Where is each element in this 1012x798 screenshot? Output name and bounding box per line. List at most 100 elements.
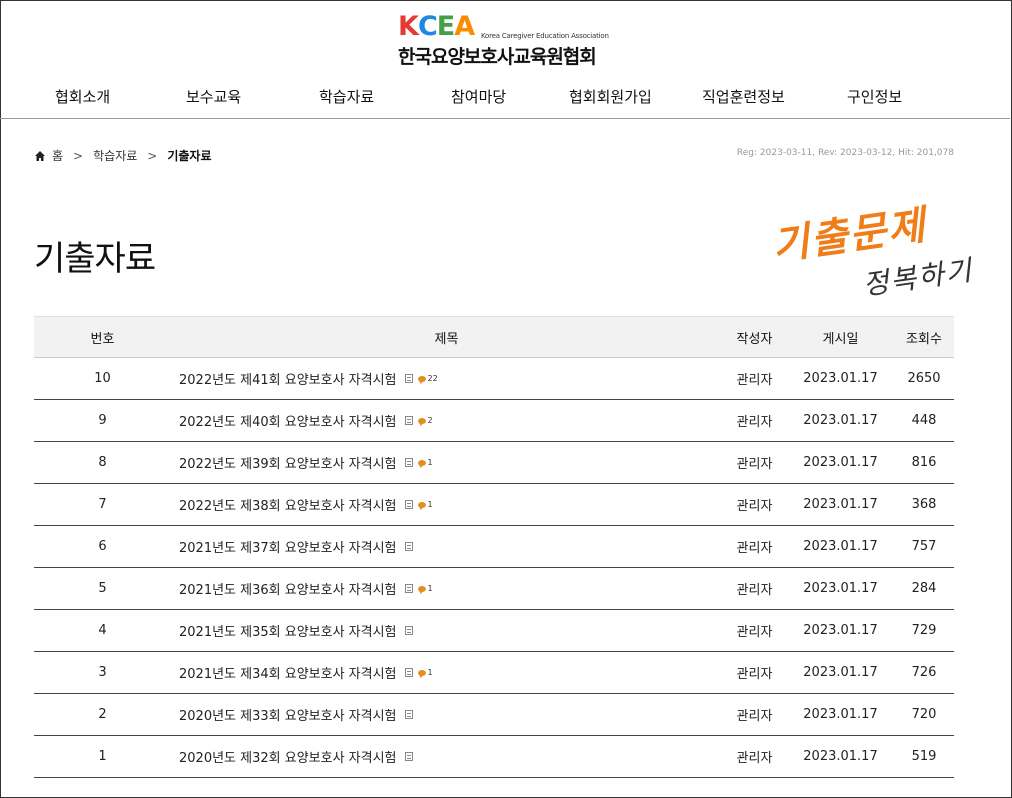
row-writer: 관리자 xyxy=(722,525,787,568)
page-title: 기출자료 xyxy=(34,238,156,279)
board-header-row: 번호 제목 작성자 게시일 조회수 xyxy=(34,316,954,358)
comment-count: 1 xyxy=(417,668,433,678)
row-title-cell: 2022년도 제41회 요양보호사 자격시험 22 xyxy=(171,357,722,400)
post-title-link[interactable]: 2020년도 제33회 요양보호사 자격시험 xyxy=(179,705,397,724)
attachment-file-icon xyxy=(404,752,413,761)
row-title-cell: 2021년도 제35회 요양보호사 자격시험 xyxy=(171,609,722,652)
row-title-cell: 2021년도 제37회 요양보호사 자격시험 xyxy=(171,525,722,568)
comment-count-value: 2 xyxy=(427,416,433,425)
breadcrumb-section[interactable]: 학습자료 xyxy=(93,147,137,164)
attachment-file-icon xyxy=(404,626,413,635)
logo-letter: A xyxy=(454,11,475,42)
row-writer: 관리자 xyxy=(722,609,787,652)
post-title-link[interactable]: 2021년도 제34회 요양보호사 자격시험 xyxy=(179,663,397,682)
nav-item-about[interactable]: 협회소개 xyxy=(55,86,110,107)
table-row[interactable]: 8 2022년도 제39회 요양보호사 자격시험 1 관리자 2023.01.1… xyxy=(34,441,954,484)
comment-count-value: 1 xyxy=(427,584,433,593)
nav-item-training[interactable]: 보수교육 xyxy=(186,86,241,107)
nav-item-community[interactable]: 참여마당 xyxy=(451,86,506,107)
nav-item-job-training[interactable]: 직업훈련정보 xyxy=(702,86,785,107)
board-body: 10 2022년도 제41회 요양보호사 자격시험 22 관리자 2023.01… xyxy=(34,357,954,778)
row-date: 2023.01.17 xyxy=(787,609,894,652)
row-views: 2650 xyxy=(894,357,954,400)
row-views: 729 xyxy=(894,609,954,652)
row-writer: 관리자 xyxy=(722,357,787,400)
column-header-title: 제목 xyxy=(171,316,722,358)
row-writer: 관리자 xyxy=(722,399,787,442)
row-writer: 관리자 xyxy=(722,567,787,610)
row-writer: 관리자 xyxy=(722,651,787,694)
comment-count: 1 xyxy=(417,500,433,510)
row-views: 757 xyxy=(894,525,954,568)
post-title-link[interactable]: 2022년도 제40회 요양보호사 자격시험 xyxy=(179,411,397,430)
attachment-file-icon xyxy=(404,584,413,593)
attachment-file-icon xyxy=(404,668,413,677)
comment-icon xyxy=(417,375,426,384)
row-views: 726 xyxy=(894,651,954,694)
row-date: 2023.01.17 xyxy=(787,693,894,736)
home-icon[interactable] xyxy=(34,150,46,162)
board-table: 번호 제목 작성자 게시일 조회수 10 2022년도 제41회 요양보호사 자… xyxy=(34,316,954,778)
logo-korean-name: 한국요양보호사교육원협회 xyxy=(398,46,597,68)
logo-letter: E xyxy=(436,11,455,42)
logo-letter: K xyxy=(398,11,419,42)
table-row[interactable]: 7 2022년도 제38회 요양보호사 자격시험 1 관리자 2023.01.1… xyxy=(34,483,954,526)
nav-item-materials[interactable]: 학습자료 xyxy=(319,86,374,107)
post-title-link[interactable]: 2021년도 제36회 요양보호사 자격시험 xyxy=(179,579,397,598)
row-title-cell: 2022년도 제39회 요양보호사 자격시험 1 xyxy=(171,441,722,484)
table-row[interactable]: 4 2021년도 제35회 요양보호사 자격시험 관리자 2023.01.17 … xyxy=(34,609,954,652)
comment-count: 2 xyxy=(417,416,433,426)
row-title-cell: 2021년도 제36회 요양보호사 자격시험 1 xyxy=(171,567,722,610)
post-title-link[interactable]: 2020년도 제32회 요양보호사 자격시험 xyxy=(179,747,397,766)
main-nav: 협회소개 보수교육 학습자료 참여마당 협회회원가입 직업훈련정보 구인정보 xyxy=(0,76,1010,119)
row-writer: 관리자 xyxy=(722,441,787,484)
breadcrumb-current: 기출자료 xyxy=(167,149,212,163)
row-number: 5 xyxy=(34,567,171,610)
breadcrumb-home[interactable]: 홈 xyxy=(52,147,63,164)
table-row[interactable]: 3 2021년도 제34회 요양보호사 자격시험 1 관리자 2023.01.1… xyxy=(34,651,954,694)
post-title-link[interactable]: 2022년도 제41회 요양보호사 자격시험 xyxy=(179,369,397,388)
row-date: 2023.01.17 xyxy=(787,651,894,694)
row-views: 720 xyxy=(894,693,954,736)
nav-item-jobs[interactable]: 구인정보 xyxy=(847,86,902,107)
comment-icon xyxy=(417,459,426,468)
row-number: 3 xyxy=(34,651,171,694)
column-header-number: 번호 xyxy=(34,316,171,358)
comment-count-value: 1 xyxy=(427,458,433,467)
row-title-cell: 2021년도 제34회 요양보호사 자격시험 1 xyxy=(171,651,722,694)
page-meta: Reg: 2023-03-11, Rev: 2023-03-12, Hit: 2… xyxy=(736,148,954,158)
site-logo[interactable]: K C E A Korea Caregiver Education Associ… xyxy=(398,11,609,68)
comment-count: 1 xyxy=(417,458,433,468)
post-title-link[interactable]: 2021년도 제35회 요양보호사 자격시험 xyxy=(179,621,397,640)
nav-item-membership[interactable]: 협회회원가입 xyxy=(569,86,652,107)
post-title-link[interactable]: 2022년도 제38회 요양보호사 자격시험 xyxy=(179,495,397,514)
promo-image: 기출문제 정복하기 xyxy=(768,201,975,319)
row-number: 10 xyxy=(34,357,171,400)
comment-count-value: 22 xyxy=(427,374,438,383)
attachment-file-icon xyxy=(404,500,413,509)
table-row[interactable]: 5 2021년도 제36회 요양보호사 자격시험 1 관리자 2023.01.1… xyxy=(34,567,954,610)
logo-english-name: Korea Caregiver Education Association xyxy=(481,32,609,40)
table-row[interactable]: 2 2020년도 제33회 요양보호사 자격시험 관리자 2023.01.17 … xyxy=(34,693,954,736)
logo-letter: C xyxy=(417,11,438,42)
row-number: 2 xyxy=(34,693,171,736)
row-views: 284 xyxy=(894,567,954,610)
table-row[interactable]: 9 2022년도 제40회 요양보호사 자격시험 2 관리자 2023.01.1… xyxy=(34,399,954,442)
row-date: 2023.01.17 xyxy=(787,399,894,442)
row-views: 368 xyxy=(894,483,954,526)
table-row[interactable]: 10 2022년도 제41회 요양보호사 자격시험 22 관리자 2023.01… xyxy=(34,357,954,400)
breadcrumb-separator: > xyxy=(147,148,158,163)
comment-icon xyxy=(417,585,426,594)
post-title-link[interactable]: 2021년도 제37회 요양보호사 자격시험 xyxy=(179,537,397,556)
row-writer: 관리자 xyxy=(722,735,787,778)
breadcrumb: 홈 > 학습자료 > 기출자료 xyxy=(34,147,212,164)
table-row[interactable]: 1 2020년도 제32회 요양보호사 자격시험 관리자 2023.01.17 … xyxy=(34,735,954,778)
row-number: 4 xyxy=(34,609,171,652)
table-row[interactable]: 6 2021년도 제37회 요양보호사 자격시험 관리자 2023.01.17 … xyxy=(34,525,954,568)
attachment-file-icon xyxy=(404,416,413,425)
comment-icon xyxy=(417,501,426,510)
row-title-cell: 2022년도 제38회 요양보호사 자격시험 1 xyxy=(171,483,722,526)
attachment-file-icon xyxy=(404,710,413,719)
comment-count-value: 1 xyxy=(427,500,433,509)
post-title-link[interactable]: 2022년도 제39회 요양보호사 자격시험 xyxy=(179,453,397,472)
